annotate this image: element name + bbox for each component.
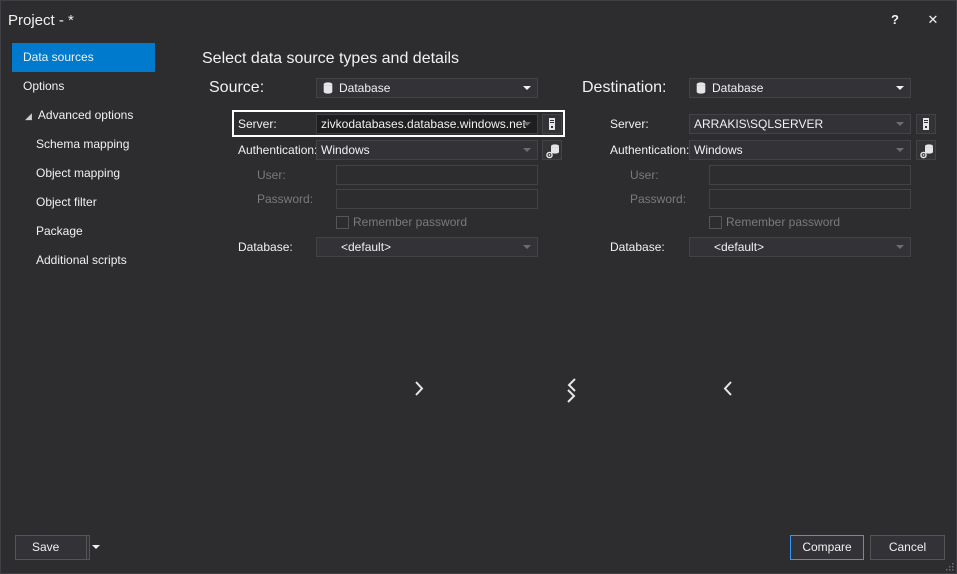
- project-window: Project - * ? ✕ Data sources Options ◢ Ad…: [0, 0, 957, 574]
- source-auth-select[interactable]: Windows: [316, 140, 538, 160]
- sidebar-item-data-sources[interactable]: Data sources: [12, 43, 155, 72]
- database-icon: [696, 82, 706, 94]
- destination-type-value: Database: [712, 81, 764, 95]
- source-database-label: Database:: [238, 240, 293, 254]
- source-auth-label: Authentication:: [238, 143, 318, 157]
- destination-password-input[interactable]: [709, 189, 911, 209]
- source-password-label: Password:: [257, 192, 314, 206]
- destination-auth-settings-button[interactable]: [916, 140, 936, 160]
- save-dropdown-icon[interactable]: [86, 536, 104, 559]
- chevron-down-icon: [523, 245, 531, 249]
- sidebar-item-label: Additional scripts: [36, 253, 127, 267]
- chevron-right-icon: [415, 381, 424, 396]
- page-title: Select data source types and details: [202, 50, 460, 67]
- destination-database-label: Database:: [610, 240, 665, 254]
- sidebar-item-schema-mapping[interactable]: Schema mapping: [36, 130, 129, 159]
- source-remember-label: Remember password: [353, 215, 468, 229]
- sidebar-item-additional-scripts[interactable]: Additional scripts: [36, 246, 127, 275]
- source-server-value: zivkodatabases.database.windows.net: [321, 117, 526, 131]
- compare-button[interactable]: Compare: [790, 535, 864, 560]
- window-title: Project - *: [8, 12, 74, 29]
- sidebar-item-options[interactable]: Options: [23, 72, 64, 101]
- chevron-down-icon: [523, 148, 531, 152]
- destination-server-input[interactable]: ARRAKIS\SQLSERVER: [689, 114, 911, 134]
- source-user-label: User:: [257, 168, 286, 182]
- destination-database-value: <default>: [714, 240, 765, 254]
- database-settings-icon: [546, 144, 559, 159]
- chevron-down-icon: [523, 86, 531, 90]
- server-icon: [923, 118, 929, 130]
- source-auth-settings-button[interactable]: [542, 140, 562, 160]
- sidebar-item-advanced-options[interactable]: ◢ Advanced options: [25, 101, 133, 130]
- chevron-down-icon: [896, 86, 904, 90]
- title-bar: Project - * ? ✕: [1, 1, 956, 39]
- source-remember-password[interactable]: Remember password: [336, 215, 536, 231]
- save-button[interactable]: Save: [15, 535, 100, 560]
- chevron-down-icon: [896, 245, 904, 249]
- close-button[interactable]: ✕: [924, 11, 942, 29]
- destination-remember-checkbox[interactable]: [709, 216, 722, 229]
- destination-password-label: Password:: [630, 192, 687, 206]
- destination-label: Destination:: [582, 79, 667, 96]
- chevron-down-icon: [523, 122, 531, 126]
- destination-auth-label: Authentication:: [610, 143, 690, 157]
- destination-user-label: User:: [630, 168, 659, 182]
- source-server-input[interactable]: zivkodatabases.database.windows.net: [316, 114, 538, 134]
- sidebar-item-label: Data sources: [23, 50, 94, 64]
- source-label: Source:: [209, 79, 265, 96]
- expand-caret-icon[interactable]: ◢: [25, 102, 32, 131]
- copy-to-destination-button[interactable]: [409, 377, 429, 401]
- source-database-value: <default>: [341, 240, 392, 254]
- cancel-button[interactable]: Cancel: [870, 535, 945, 560]
- source-type-value: Database: [339, 81, 391, 95]
- destination-type-select[interactable]: Database: [689, 78, 911, 98]
- sidebar-item-label: Object filter: [36, 195, 97, 209]
- destination-auth-value: Windows: [694, 143, 743, 157]
- database-icon: [323, 82, 333, 94]
- sidebar-item-label: Object mapping: [36, 166, 121, 180]
- destination-remember-password[interactable]: Remember password: [709, 215, 909, 231]
- source-type-select[interactable]: Database: [316, 78, 538, 98]
- source-user-input[interactable]: [336, 165, 538, 185]
- chevron-down-icon: [896, 148, 904, 152]
- destination-user-input[interactable]: [709, 165, 911, 185]
- sidebar-item-package[interactable]: Package: [36, 217, 83, 246]
- swap-button[interactable]: [561, 376, 581, 406]
- sidebar-item-label: Options: [23, 79, 65, 93]
- source-server-label: Server:: [238, 117, 277, 131]
- save-label: Save: [32, 540, 60, 554]
- copy-to-source-button[interactable]: [718, 377, 738, 401]
- source-password-input[interactable]: [336, 189, 538, 209]
- sidebar-item-label: Advanced options: [37, 108, 134, 122]
- destination-remember-label: Remember password: [726, 215, 841, 229]
- help-button[interactable]: ?: [886, 11, 904, 29]
- sidebar-item-label: Schema mapping: [36, 137, 130, 151]
- source-remember-checkbox[interactable]: [336, 216, 349, 229]
- destination-server-label: Server:: [610, 117, 649, 131]
- destination-auth-select[interactable]: Windows: [689, 140, 911, 160]
- sidebar-item-label: Package: [36, 224, 83, 238]
- sidebar-item-object-mapping[interactable]: Object mapping: [36, 159, 120, 188]
- resize-grip-icon[interactable]: [944, 561, 954, 571]
- destination-server-value: ARRAKIS\SQLSERVER: [694, 117, 824, 131]
- source-auth-value: Windows: [321, 143, 370, 157]
- destination-server-browse-button[interactable]: [916, 114, 936, 134]
- server-icon: [549, 118, 555, 130]
- chevron-down-icon: [896, 122, 904, 126]
- database-settings-icon: [920, 144, 933, 159]
- sidebar-item-object-filter[interactable]: Object filter: [36, 188, 97, 217]
- source-server-browse-button[interactable]: [542, 114, 562, 134]
- swap-icon: [567, 378, 576, 403]
- source-database-select[interactable]: <default>: [316, 237, 538, 257]
- chevron-left-icon: [723, 381, 732, 396]
- destination-database-select[interactable]: <default>: [689, 237, 911, 257]
